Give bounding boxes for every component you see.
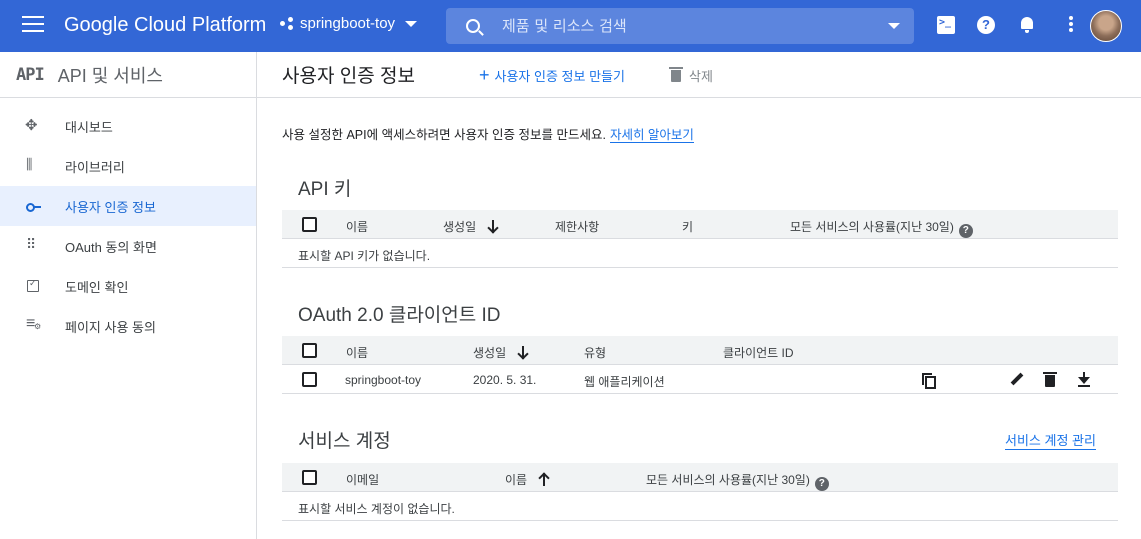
column-header-usage[interactable]: 모든 서비스의 사용률(지난 30일)? bbox=[646, 471, 829, 491]
sidebar-item-label: 라이브러리 bbox=[65, 159, 125, 175]
brand-title[interactable]: Google Cloud Platform bbox=[64, 14, 266, 37]
select-all-checkbox[interactable] bbox=[302, 470, 317, 485]
learn-more-link[interactable]: 자세히 알아보기 bbox=[609, 128, 694, 143]
main-header: 사용자 인증 정보 + 사용자 인증 정보 만들기 삭제 bbox=[257, 52, 1141, 98]
library-icon bbox=[26, 156, 40, 173]
column-header: 이름 bbox=[505, 473, 528, 487]
empty-message: 표시할 서비스 계정이 없습니다. bbox=[298, 502, 455, 516]
project-icon bbox=[280, 16, 294, 31]
column-header-sort[interactable]: 생성일 bbox=[473, 344, 528, 361]
oauth-icon bbox=[26, 236, 40, 253]
sidebar-header: API API 및 서비스 bbox=[0, 52, 256, 98]
empty-message: 표시할 API 키가 없습니다. bbox=[298, 249, 431, 263]
avatar[interactable] bbox=[1090, 10, 1122, 42]
sidebar: API API 및 서비스 대시보드 라이브러리 사용자 인증 정보 OAuth… bbox=[0, 52, 257, 539]
column-header[interactable]: 클라이언트 ID bbox=[723, 344, 794, 361]
select-all-checkbox[interactable] bbox=[302, 217, 317, 232]
delete-icon[interactable] bbox=[1042, 372, 1058, 388]
sidebar-nav: 대시보드 라이브러리 사용자 인증 정보 OAuth 동의 화면 도메인 확인 … bbox=[0, 106, 256, 346]
sidebar-title: API 및 서비스 bbox=[57, 65, 163, 86]
sidebar-item-label: 대시보드 bbox=[65, 119, 113, 135]
add-icon: + bbox=[479, 65, 490, 85]
api-keys-title: API 키 bbox=[298, 179, 352, 200]
sidebar-item-page-consent[interactable]: 페이지 사용 동의 bbox=[0, 306, 256, 346]
page-settings-icon bbox=[26, 315, 41, 333]
trash-icon bbox=[669, 66, 683, 82]
column-header-usage[interactable]: 모든 서비스의 사용률(지난 30일)? bbox=[790, 218, 973, 238]
domain-check-icon bbox=[26, 278, 40, 293]
table-row: 표시할 서비스 계정이 없습니다. bbox=[282, 492, 1118, 521]
column-header[interactable]: 이름 bbox=[346, 218, 368, 235]
create-credentials-label: 사용자 인증 정보 만들기 bbox=[494, 69, 625, 84]
arrow-down-icon bbox=[488, 220, 498, 233]
column-header: 모든 서비스의 사용률(지난 30일) bbox=[646, 473, 810, 487]
sidebar-item-library[interactable]: 라이브러리 bbox=[0, 146, 256, 186]
sidebar-item-oauth-consent[interactable]: OAuth 동의 화면 bbox=[0, 226, 256, 266]
help-icon[interactable]: ? bbox=[814, 477, 829, 491]
sidebar-item-label: 사용자 인증 정보 bbox=[65, 199, 156, 215]
column-header-sort[interactable]: 이름 bbox=[505, 471, 549, 488]
service-accounts-title: 서비스 계정 bbox=[298, 431, 391, 452]
intro-text: 사용 설정한 API에 액세스하려면 사용자 인증 정보를 만드세요. 자세히 알… bbox=[282, 124, 694, 143]
project-name: springboot-toy bbox=[300, 15, 396, 32]
more-vert-icon[interactable] bbox=[1062, 16, 1080, 34]
oauth-title: OAuth 2.0 클라이언트 ID bbox=[298, 305, 501, 326]
sidebar-item-label: OAuth 동의 화면 bbox=[65, 239, 157, 255]
delete-button[interactable]: 삭제 bbox=[669, 66, 713, 85]
api-keys-table-header: 이름 생성일 제한사항 키 모든 서비스의 사용률(지난 30일)? bbox=[282, 210, 1118, 239]
table-row[interactable]: springboot-toy 2020. 5. 31. 웹 애플리케이션 bbox=[282, 365, 1118, 394]
search-icon bbox=[466, 19, 480, 33]
oauth-table-header: 이름 생성일 유형 클라이언트 ID bbox=[282, 336, 1118, 365]
select-all-checkbox[interactable] bbox=[302, 343, 317, 358]
created-date: 2020. 5. 31. bbox=[473, 373, 537, 387]
sidebar-item-dashboard[interactable]: 대시보드 bbox=[0, 106, 256, 146]
column-header: 모든 서비스의 사용률(지난 30일) bbox=[790, 220, 954, 234]
page-title: 사용자 인증 정보 bbox=[282, 66, 415, 87]
sidebar-item-credentials[interactable]: 사용자 인증 정보 bbox=[0, 186, 256, 226]
column-header[interactable]: 이름 bbox=[346, 344, 368, 361]
cloud-shell-icon[interactable] bbox=[937, 16, 955, 34]
menu-icon[interactable] bbox=[22, 16, 44, 34]
column-header[interactable]: 제한사항 bbox=[555, 218, 599, 235]
top-app-bar: Google Cloud Platform springboot-toy ? bbox=[0, 0, 1141, 52]
delete-label: 삭제 bbox=[689, 69, 713, 84]
table-row: 표시할 API 키가 없습니다. bbox=[282, 239, 1118, 268]
search-input[interactable] bbox=[502, 17, 862, 35]
notifications-icon[interactable] bbox=[1018, 16, 1036, 34]
column-header[interactable]: 이메일 bbox=[346, 471, 379, 488]
sidebar-item-label: 도메인 확인 bbox=[65, 279, 129, 295]
create-credentials-button[interactable]: + 사용자 인증 정보 만들기 bbox=[479, 66, 625, 85]
edit-icon[interactable] bbox=[1009, 372, 1025, 388]
search-expand-icon[interactable] bbox=[888, 23, 900, 29]
arrow-up-icon bbox=[539, 473, 549, 486]
client-type: 웹 애플리케이션 bbox=[584, 375, 665, 389]
dashboard-icon bbox=[25, 116, 40, 134]
download-icon[interactable] bbox=[1076, 372, 1092, 388]
help-icon[interactable]: ? bbox=[977, 16, 995, 34]
chevron-down-icon bbox=[405, 20, 418, 27]
column-header-sort[interactable]: 생성일 bbox=[443, 218, 498, 235]
client-name[interactable]: springboot-toy bbox=[345, 373, 421, 387]
sidebar-item-label: 페이지 사용 동의 bbox=[65, 319, 156, 335]
column-header: 생성일 bbox=[473, 346, 507, 360]
copy-icon[interactable] bbox=[921, 372, 937, 389]
service-accounts-table-header: 이메일 이름 모든 서비스의 사용률(지난 30일)? bbox=[282, 463, 1118, 492]
key-icon bbox=[26, 199, 41, 213]
row-checkbox[interactable] bbox=[302, 372, 317, 387]
api-logo-icon: API bbox=[16, 64, 45, 85]
column-header[interactable]: 키 bbox=[682, 218, 693, 235]
project-selector[interactable]: springboot-toy bbox=[280, 15, 418, 32]
column-header: 생성일 bbox=[443, 220, 477, 234]
help-icon[interactable]: ? bbox=[958, 224, 973, 238]
arrow-down-icon bbox=[518, 346, 528, 359]
intro-message: 사용 설정한 API에 액세스하려면 사용자 인증 정보를 만드세요. bbox=[282, 128, 606, 142]
sidebar-item-domain-verification[interactable]: 도메인 확인 bbox=[0, 266, 256, 306]
manage-service-accounts-link[interactable]: 서비스 계정 관리 bbox=[1005, 430, 1096, 450]
search-bar[interactable] bbox=[446, 8, 914, 44]
column-header[interactable]: 유형 bbox=[584, 344, 606, 361]
